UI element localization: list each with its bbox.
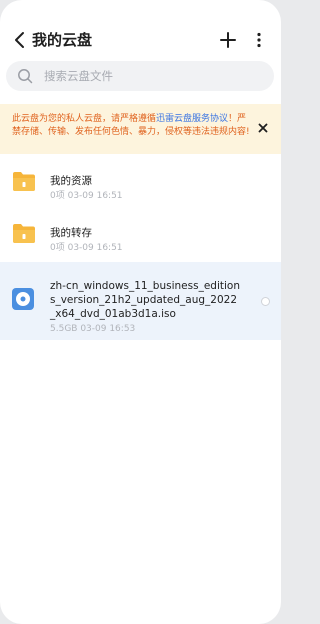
page-title: 我的云盘 [32, 31, 93, 49]
file-name: zh-cn_windows_11_business_editions_versi… [50, 280, 240, 320]
more-icon[interactable] [253, 31, 265, 49]
top-bar: 我的云盘 [0, 24, 281, 58]
file-row-my-saved[interactable]: 我的转存 0项 03-09 16:51 [0, 212, 281, 262]
search-placeholder: 搜索云盘文件 [44, 69, 113, 83]
search-icon [18, 69, 33, 84]
close-icon[interactable] [258, 123, 268, 133]
notice-text-start: 此云盘为您的私人云盘，请严格遵循 [12, 114, 157, 124]
notice-text: 此云盘为您的私人云盘，请严格遵循迅雷云盘服务协议！严禁存储、传输、发布任何色情、… [12, 113, 252, 139]
notice-banner: 此云盘为您的私人云盘，请严格遵循迅雷云盘服务协议！严禁存储、传输、发布任何色情、… [0, 104, 281, 154]
cloud-drive-screen: 我的云盘 搜索云盘文件 此云盘为您的私人云盘，请严格遵循迅雷云盘服务协议！严禁存… [0, 0, 281, 624]
service-agreement-link[interactable]: 迅雷云盘服务协议 [156, 114, 228, 124]
iso-disc-icon [12, 288, 34, 310]
add-icon[interactable] [219, 31, 237, 49]
back-icon[interactable] [12, 31, 28, 49]
file-name: 我的转存 [50, 227, 92, 239]
file-row-my-resources[interactable]: 我的资源 0项 03-09 16:51 [0, 160, 281, 210]
select-checkbox[interactable] [261, 297, 270, 306]
file-meta: 0项 03-09 16:51 [50, 243, 123, 253]
file-meta: 5.5GB 03-09 16:53 [50, 324, 136, 334]
file-meta: 0项 03-09 16:51 [50, 191, 123, 201]
folder-icon [13, 172, 35, 191]
file-row-iso[interactable]: zh-cn_windows_11_business_editions_versi… [0, 262, 281, 340]
folder-icon [13, 224, 35, 243]
search-bar[interactable]: 搜索云盘文件 [6, 61, 274, 91]
file-name: 我的资源 [50, 175, 92, 187]
